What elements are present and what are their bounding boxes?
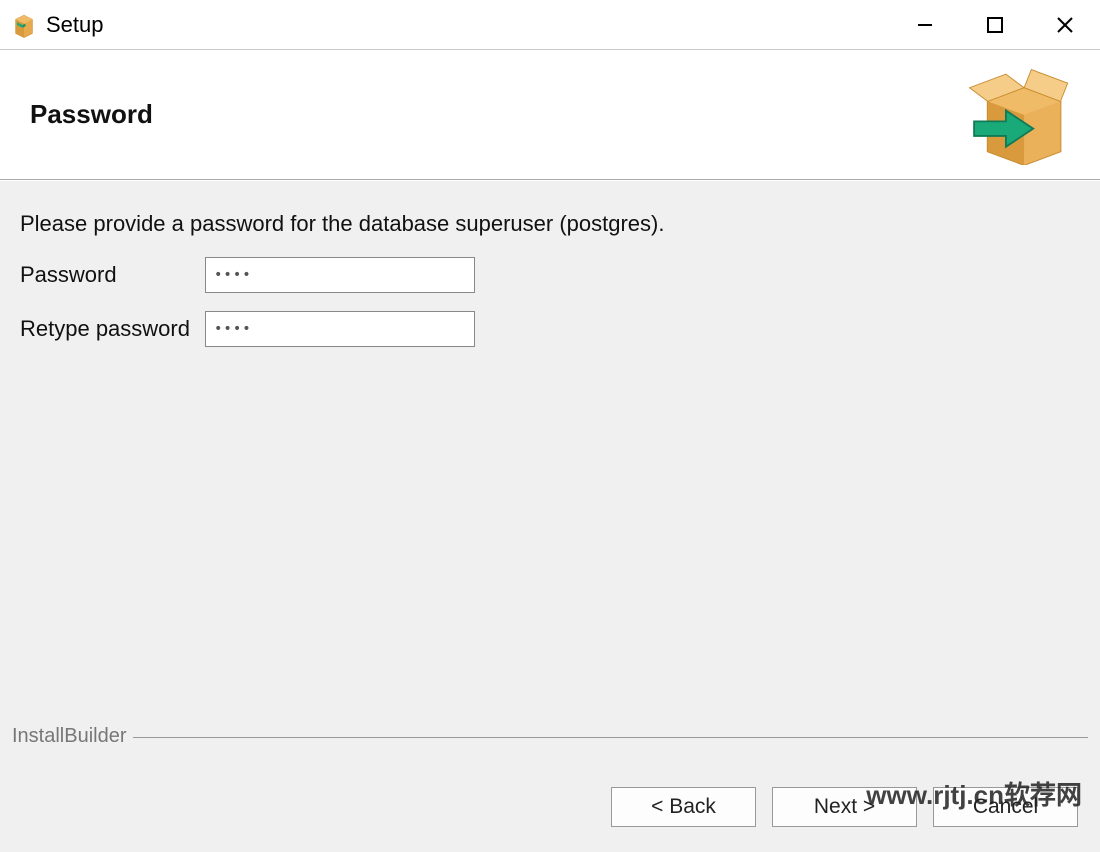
wizard-header: Password	[0, 50, 1100, 180]
installbuilder-label: InstallBuilder	[12, 725, 133, 748]
close-button[interactable]	[1030, 0, 1100, 50]
minimize-icon	[916, 16, 934, 34]
titlebar-left: Setup	[10, 11, 104, 39]
maximize-icon	[986, 16, 1004, 34]
window-controls	[890, 0, 1100, 49]
retype-password-row: Retype password	[20, 311, 1080, 347]
window-title: Setup	[46, 12, 104, 38]
footer-fieldset: InstallBuilder < Back Next > Cancel	[12, 737, 1088, 827]
close-icon	[1056, 16, 1074, 34]
next-button-label: Next >	[814, 795, 875, 819]
password-input[interactable]	[205, 257, 475, 293]
password-row: Password	[20, 257, 1080, 293]
password-label: Password	[20, 262, 205, 288]
retype-password-label: Retype password	[20, 316, 205, 342]
titlebar: Setup	[0, 0, 1100, 50]
setup-box-large-icon	[960, 65, 1070, 165]
page-title: Password	[30, 99, 153, 130]
wizard-content: Please provide a password for the databa…	[0, 180, 1100, 852]
maximize-button[interactable]	[960, 0, 1030, 50]
back-button-label: < Back	[651, 795, 716, 819]
instruction-text: Please provide a password for the databa…	[20, 211, 1080, 237]
cancel-button[interactable]: Cancel	[933, 787, 1078, 827]
retype-password-input[interactable]	[205, 311, 475, 347]
setup-box-icon	[10, 11, 38, 39]
back-button[interactable]: < Back	[611, 787, 756, 827]
cancel-button-label: Cancel	[973, 795, 1038, 819]
minimize-button[interactable]	[890, 0, 960, 50]
wizard-buttons: < Back Next > Cancel	[611, 787, 1078, 827]
next-button[interactable]: Next >	[772, 787, 917, 827]
